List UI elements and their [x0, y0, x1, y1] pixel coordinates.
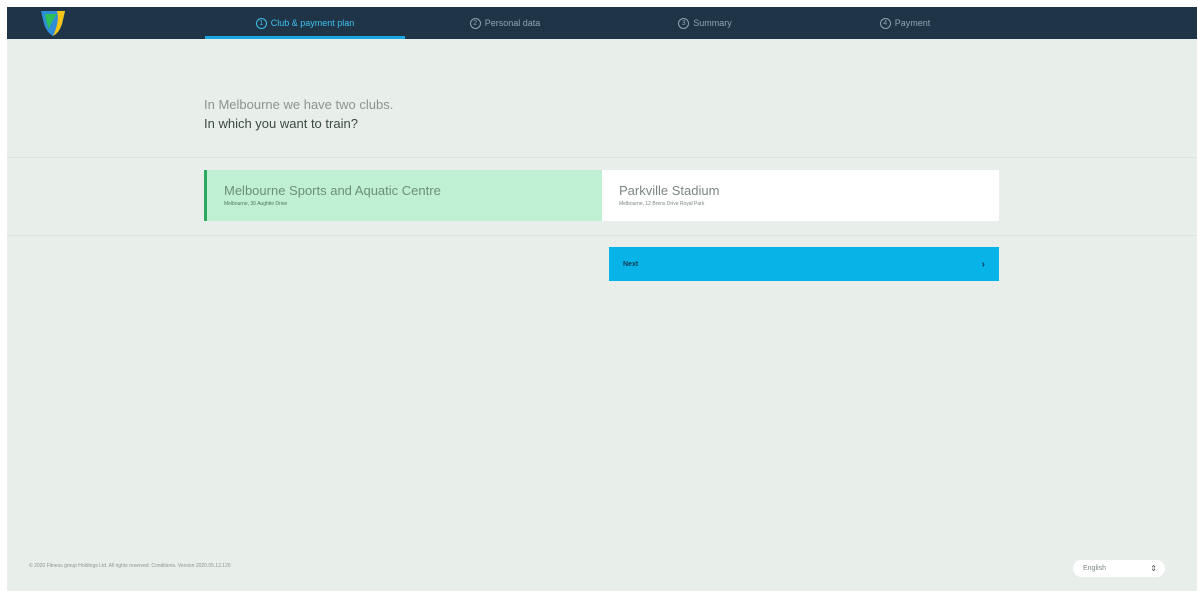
club-address: Melbourne, 30 Aughtie Drive [224, 201, 288, 207]
nav-step-personal-data[interactable]: 2 Personal data [405, 7, 605, 39]
club-option-melbourne-sports-aquatic-centre[interactable]: Melbourne Sports and Aquatic Centre Melb… [204, 170, 602, 221]
step-number-icon: 4 [879, 17, 891, 29]
nav-step-label: Payment [894, 18, 931, 28]
language-select[interactable]: English ⇕ [1073, 560, 1165, 577]
heading-intro: In Melbourne we have two clubs. [204, 97, 394, 112]
club-option-parkville-stadium[interactable]: Parkville Stadium Melbourne, 12 Brens Dr… [602, 170, 999, 221]
nav-step-label: Summary [693, 18, 732, 28]
next-button[interactable]: Next › [609, 247, 999, 281]
step-number-icon: 3 [678, 17, 690, 29]
footer-copyright: © 2020 Fitness group Holdings Ltd. All r… [29, 563, 231, 569]
heading-question: In which you want to train? [204, 116, 358, 131]
club-name: Parkville Stadium [619, 183, 720, 198]
page: 1 Club & payment plan 2 Personal data 3 … [7, 7, 1197, 591]
brand-logo-icon[interactable] [35, 7, 71, 39]
next-button-label: Next [623, 260, 639, 268]
divider [7, 157, 1197, 158]
club-address: Melbourne, 12 Brens Drive Royal Park [619, 201, 705, 207]
nav-step-label: Personal data [484, 18, 541, 28]
page-heading: In Melbourne we have two clubs. In which… [204, 97, 393, 131]
club-name: Melbourne Sports and Aquatic Centre [224, 183, 441, 198]
step-number-icon: 1 [255, 17, 267, 29]
nav-step-payment[interactable]: 4 Payment [805, 7, 1005, 39]
nav-step-club-payment-plan[interactable]: 1 Club & payment plan [205, 7, 405, 39]
divider [7, 235, 1197, 236]
step-number-icon: 2 [469, 17, 481, 29]
nav-step-label: Club & payment plan [270, 18, 355, 28]
chevron-right-icon: › [981, 258, 985, 270]
top-navigation-bar: 1 Club & payment plan 2 Personal data 3 … [7, 7, 1197, 39]
select-arrows-icon: ⇕ [1150, 564, 1157, 573]
nav-step-summary[interactable]: 3 Summary [605, 7, 805, 39]
language-selected-value: English [1083, 565, 1106, 572]
